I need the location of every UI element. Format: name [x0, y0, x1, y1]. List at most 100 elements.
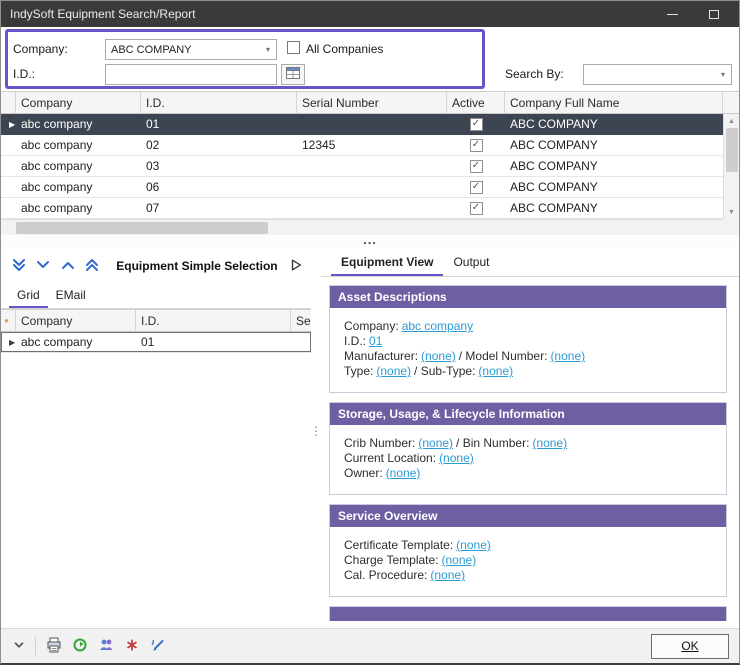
company-combobox[interactable]: ABC COMPANY ▾ — [105, 39, 277, 60]
grid-header-row: Company I.D. Serial Number Active Compan… — [1, 92, 739, 114]
header-company-full-name[interactable]: Company Full Name — [505, 92, 723, 113]
tab-email[interactable]: EMail — [48, 284, 94, 308]
manufacturer-label: Manufacturer: — [344, 349, 418, 363]
horizontal-scrollbar[interactable] — [1, 219, 723, 235]
cell-id: 01 — [141, 114, 297, 134]
certificate-template-label: Certificate Template: — [344, 538, 453, 552]
move-up-button[interactable] — [56, 254, 80, 278]
horizontal-splitter[interactable]: ... — [1, 235, 739, 247]
storage-lifecycle-section: Storage, Usage, & Lifecycle Information … — [329, 402, 727, 495]
tab-output[interactable]: Output — [443, 250, 499, 276]
header-id[interactable]: I.D. — [141, 92, 297, 113]
table-row[interactable]: ▶ abc company 01 ✓ ABC COMPANY — [1, 114, 723, 135]
type-subtype-line: Type:(none)/ Sub-Type:(none) — [344, 364, 720, 379]
selection-toolbar: Equipment Simple Selection — [1, 247, 311, 283]
owner-link[interactable]: (none) — [386, 466, 421, 480]
manufacturer-link[interactable]: (none) — [421, 349, 456, 363]
tab-grid[interactable]: Grid — [9, 284, 48, 308]
crib-bin-line: Crib Number:(none)/ Bin Number:(none) — [344, 436, 720, 451]
certificate-template-link[interactable]: (none) — [456, 538, 491, 552]
active-checkbox[interactable]: ✓ — [470, 139, 483, 152]
chevron-down-icon[interactable]: ▾ — [715, 70, 731, 79]
row-indicator-icon: ▶ — [9, 338, 15, 347]
header-indicator — [1, 92, 16, 113]
row-indicator-cell — [1, 198, 16, 218]
partial-section — [329, 606, 727, 621]
chevron-down-icon[interactable]: ▾ — [260, 45, 276, 54]
table-row[interactable]: abc company 02 12345 ✓ ABC COMPANY — [1, 135, 723, 156]
crib-number-label: Crib Number: — [344, 436, 415, 450]
header-active[interactable]: Active — [447, 92, 505, 113]
type-link[interactable]: (none) — [376, 364, 411, 378]
equipment-view-content: Asset Descriptions Company:abc company I… — [329, 285, 727, 621]
table-row[interactable]: abc company 03 ✓ ABC COMPANY — [1, 156, 723, 177]
move-down-button[interactable] — [31, 254, 55, 278]
current-location-link[interactable]: (none) — [439, 451, 474, 465]
chevron-down-icon — [35, 257, 51, 276]
bin-number-link[interactable]: (none) — [532, 436, 567, 450]
vertical-scrollbar[interactable]: ▲ ▼ — [723, 114, 739, 219]
run-selection-button[interactable] — [286, 255, 307, 277]
id-lookup-button[interactable] — [281, 64, 305, 85]
search-by-combobox[interactable]: ▾ — [583, 64, 732, 85]
toolbar-separator — [35, 637, 36, 655]
maximize-button[interactable] — [693, 1, 735, 27]
crib-number-link[interactable]: (none) — [418, 436, 453, 450]
print-grid-button[interactable] — [42, 634, 66, 658]
list-item[interactable]: ▶ abc company 01 — [1, 332, 311, 353]
cal-procedure-link[interactable]: (none) — [430, 568, 465, 582]
move-all-down-button[interactable] — [7, 254, 31, 278]
header-company[interactable]: Company — [16, 92, 141, 113]
active-checkbox[interactable]: ✓ — [470, 118, 483, 131]
horizontal-scrollbar-thumb[interactable] — [16, 222, 268, 234]
id-input[interactable] — [105, 64, 277, 85]
row-indicator-cell: ▶ — [1, 114, 16, 134]
current-location-label: Current Location: — [344, 451, 436, 465]
signature-button[interactable] — [146, 634, 170, 658]
cal-procedure-label: Cal. Procedure: — [344, 568, 427, 582]
cell-id: 01 — [136, 332, 291, 352]
vertical-scrollbar-thumb[interactable] — [726, 128, 738, 172]
title-bar: IndySoft Equipment Search/Report — [1, 1, 739, 27]
sub-type-link[interactable]: (none) — [478, 364, 513, 378]
model-number-link[interactable]: (none) — [550, 349, 585, 363]
double-chevron-down-icon — [11, 257, 27, 276]
scroll-down-icon[interactable]: ▼ — [724, 205, 739, 219]
scroll-up-icon[interactable]: ▲ — [724, 114, 739, 128]
export-button[interactable] — [68, 634, 92, 658]
table-row[interactable]: abc company 06 ✓ ABC COMPANY — [1, 177, 723, 198]
expand-toolbar-button[interactable] — [7, 634, 31, 658]
search-panel: Company: ABC COMPANY ▾ All Companies I.D… — [1, 27, 739, 91]
selection-header-company[interactable]: Company — [16, 310, 136, 331]
all-companies-checkbox[interactable] — [287, 41, 300, 54]
header-serial-number[interactable]: Serial Number — [297, 92, 447, 113]
minimize-button[interactable] — [651, 1, 693, 27]
id-link[interactable]: 01 — [369, 334, 382, 348]
orange-dot-icon: ● — [4, 316, 9, 325]
selection-header-id[interactable]: I.D. — [136, 310, 291, 331]
tools-button[interactable] — [120, 634, 144, 658]
tab-equipment-view[interactable]: Equipment View — [331, 250, 443, 276]
active-checkbox[interactable]: ✓ — [470, 181, 483, 194]
company-link[interactable]: abc company — [402, 319, 473, 333]
id-field-label: I.D.: — [344, 334, 366, 348]
signature-pencil-icon — [150, 637, 166, 656]
move-all-up-button[interactable] — [80, 254, 104, 278]
company-field-label: Company: — [344, 319, 399, 333]
charge-template-link[interactable]: (none) — [442, 553, 477, 567]
active-checkbox[interactable]: ✓ — [470, 160, 483, 173]
charge-template-line: Charge Template:(none) — [344, 553, 720, 568]
sub-type-label: / Sub-Type: — [414, 364, 475, 378]
cell-id: 02 — [141, 135, 297, 155]
contacts-button[interactable] — [94, 634, 118, 658]
cal-procedure-line: Cal. Procedure:(none) — [344, 568, 720, 583]
cell-active: ✓ — [447, 156, 505, 176]
table-row[interactable]: abc company 07 ✓ ABC COMPANY — [1, 198, 723, 219]
vertical-splitter[interactable]: ⋮ — [311, 247, 321, 628]
section-header: Asset Descriptions — [330, 286, 726, 308]
active-checkbox[interactable]: ✓ — [470, 202, 483, 215]
scrollbar-corner — [723, 219, 739, 235]
selection-header-serial[interactable]: Se — [291, 310, 311, 331]
ok-button[interactable]: OK — [651, 634, 729, 659]
model-number-label: / Model Number: — [459, 349, 548, 363]
